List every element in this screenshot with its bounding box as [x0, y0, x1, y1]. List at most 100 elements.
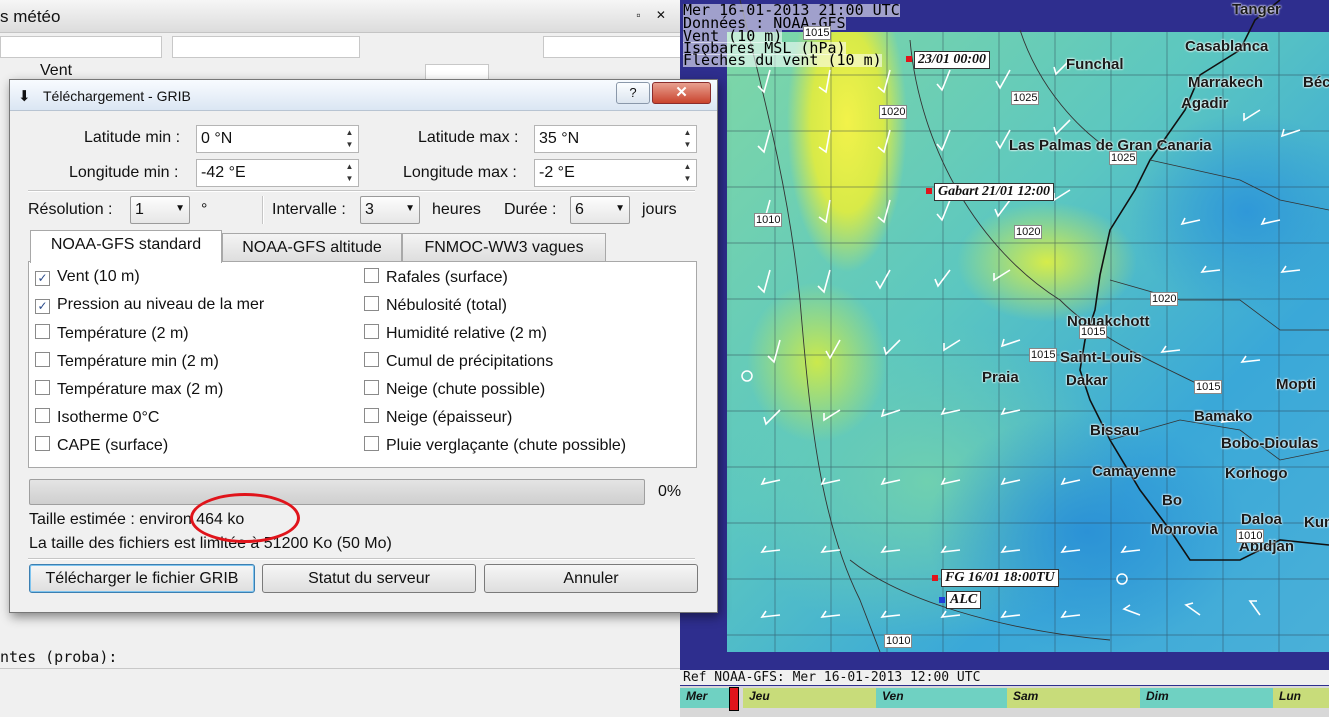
boat-marker[interactable] — [926, 188, 932, 194]
checkbox-neige-chute[interactable]: Neige (chute possible) — [364, 380, 545, 399]
checkbox-icon[interactable] — [364, 436, 379, 451]
isobar-label: 1015 — [803, 26, 832, 40]
duration-select[interactable]: 6 ▼ — [570, 196, 630, 224]
checkbox-temperature-min[interactable]: Température min (2 m) — [35, 352, 219, 371]
city-label: Funchal — [1066, 56, 1124, 73]
boat-marker[interactable] — [939, 597, 945, 603]
checkbox-cape[interactable]: CAPE (surface) — [35, 436, 168, 455]
panel-field[interactable] — [172, 36, 360, 58]
timeline-day[interactable]: Ven — [876, 688, 1010, 708]
checkbox-icon[interactable] — [35, 408, 50, 423]
interval-label: Intervalle : — [272, 201, 346, 218]
checkbox-label: Cumul de précipitations — [386, 353, 554, 370]
isobar-label: 1015 — [1194, 380, 1223, 394]
checkbox-rafales[interactable]: Rafales (surface) — [364, 268, 508, 287]
progress-bar — [29, 479, 645, 505]
checkbox-icon[interactable] — [364, 380, 379, 395]
divider — [0, 668, 680, 669]
weather-map[interactable]: Mer 16-01-2013 21:00 UTC Données : NOAA-… — [680, 0, 1329, 717]
isobar-label: 1025 — [1011, 91, 1040, 105]
spin-arrows-icon[interactable]: ▲ ▼ — [342, 127, 357, 151]
lon-max-input[interactable]: -2 °E ▲ ▼ — [534, 159, 697, 187]
panel-titlebar: s météo ▫ ✕ — [0, 0, 680, 33]
checkbox-humidite[interactable]: Humidité relative (2 m) — [364, 324, 547, 343]
spin-arrows-icon[interactable]: ▲ ▼ — [680, 127, 695, 151]
checkbox-neige-epaisseur[interactable]: Neige (épaisseur) — [364, 408, 512, 427]
checkbox-icon[interactable] — [364, 408, 379, 423]
tab-noaa-gfs-standard[interactable]: NOAA-GFS standard — [30, 230, 222, 263]
city-label: Camayenne — [1092, 463, 1177, 480]
boat-label-gabart[interactable]: Gabart 21/01 12:00 — [934, 183, 1054, 201]
checkbox-icon[interactable] — [35, 324, 50, 339]
timeline-day[interactable]: Sam — [1007, 688, 1143, 708]
checkbox-icon[interactable] — [364, 296, 379, 311]
checkbox-icon[interactable] — [364, 268, 379, 283]
isobar-label: 1010 — [884, 634, 913, 648]
checkbox-precipitations[interactable]: Cumul de précipitations — [364, 352, 553, 371]
server-status-button[interactable]: Statut du serveur — [262, 564, 476, 593]
spin-arrows-icon[interactable]: ▲ ▼ — [342, 161, 357, 185]
checkbox-isotherme[interactable]: Isotherme 0°C — [35, 408, 159, 427]
checkbox-label: Rafales (surface) — [386, 269, 508, 286]
checkbox-pression[interactable]: ✓ Pression au niveau de la mer — [35, 296, 264, 314]
panel-title: s météo — [0, 7, 61, 26]
dialog-title: Téléchargement - GRIB — [43, 88, 191, 104]
dock-buttons[interactable]: ▫ ✕ — [636, 8, 672, 22]
timeline-cursor[interactable] — [729, 687, 739, 711]
interval-select[interactable]: 3 ▼ — [360, 196, 420, 224]
lon-min-value: -42 °E — [201, 164, 246, 181]
checkbox-label: Température (2 m) — [57, 325, 189, 342]
dialog-titlebar[interactable]: ⬇ Téléchargement - GRIB ? ✕ — [10, 80, 717, 111]
checkbox-label: Isotherme 0°C — [57, 409, 160, 426]
tab-fnmoc-ww3-vagues[interactable]: FNMOC-WW3 vagues — [402, 233, 606, 262]
checkbox-checked-icon[interactable]: ✓ — [35, 299, 50, 314]
checkbox-temperature-max[interactable]: Température max (2 m) — [35, 380, 223, 399]
isobar-label: 1015 — [1079, 325, 1108, 339]
timeline-day[interactable]: Lun — [1273, 688, 1329, 708]
checkbox-vent[interactable]: ✓ Vent (10 m) — [35, 268, 140, 286]
boat-label-fg[interactable]: FG 16/01 18:00TU — [941, 569, 1059, 587]
timeline-day[interactable]: Jeu — [743, 688, 879, 708]
lat-min-input[interactable]: 0 °N ▲ ▼ — [196, 125, 359, 153]
checkbox-checked-icon[interactable]: ✓ — [35, 271, 50, 286]
help-button[interactable]: ? — [616, 82, 650, 104]
isobar-label: 1025 — [1109, 151, 1138, 165]
boat-label-alc[interactable]: ALC — [946, 591, 982, 609]
lat-max-value: 35 °N — [539, 130, 580, 147]
download-grib-button[interactable]: Télécharger le fichier GRIB — [29, 564, 255, 593]
panel-field[interactable] — [543, 36, 682, 58]
checkbox-icon[interactable] — [364, 352, 379, 367]
interval-unit: heures — [432, 201, 481, 218]
checkbox-nebulosite[interactable]: Nébulosité (total) — [364, 296, 507, 315]
boat-label[interactable]: 23/01 00:00 — [914, 51, 991, 69]
close-button[interactable]: ✕ — [652, 82, 711, 104]
lat-min-value: 0 °N — [201, 130, 233, 147]
city-label: Praia — [982, 369, 1019, 386]
boat-marker[interactable] — [932, 575, 938, 581]
panel-field[interactable] — [0, 36, 162, 58]
timeline[interactable]: Mer Jeu Ven Sam Dim Lun — [680, 686, 1329, 717]
checkbox-temperature[interactable]: Température (2 m) — [35, 324, 189, 343]
checkbox-icon[interactable] — [364, 324, 379, 339]
checkbox-icon[interactable] — [35, 436, 50, 451]
resolution-select[interactable]: 1 ▼ — [130, 196, 190, 224]
checkbox-icon[interactable] — [35, 352, 50, 367]
checkbox-label: Neige (épaisseur) — [386, 409, 513, 426]
spin-arrows-icon[interactable]: ▲ ▼ — [680, 161, 695, 185]
isobar-label: 1015 — [1029, 348, 1058, 362]
vent-label: Vent — [40, 62, 73, 79]
tab-noaa-gfs-altitude[interactable]: NOAA-GFS altitude — [222, 233, 402, 262]
checkbox-label: CAPE (surface) — [57, 437, 169, 454]
timeline-day[interactable]: Dim — [1140, 688, 1276, 708]
checkbox-icon[interactable] — [35, 380, 50, 395]
boat-marker[interactable] — [906, 56, 912, 62]
timeline-day[interactable]: Mer — [680, 688, 730, 708]
cancel-button[interactable]: Annuler — [484, 564, 698, 593]
lat-max-input[interactable]: 35 °N ▲ ▼ — [534, 125, 697, 153]
city-label: Korhogo — [1225, 465, 1288, 482]
lon-max-value: -2 °E — [539, 164, 575, 181]
lon-min-input[interactable]: -42 °E ▲ ▼ — [196, 159, 359, 187]
city-label: Béch — [1303, 74, 1329, 91]
map-header-line: Flèches du vent (10 m) — [683, 51, 882, 69]
checkbox-pluie-verglacante[interactable]: Pluie verglaçante (chute possible) — [364, 436, 626, 455]
